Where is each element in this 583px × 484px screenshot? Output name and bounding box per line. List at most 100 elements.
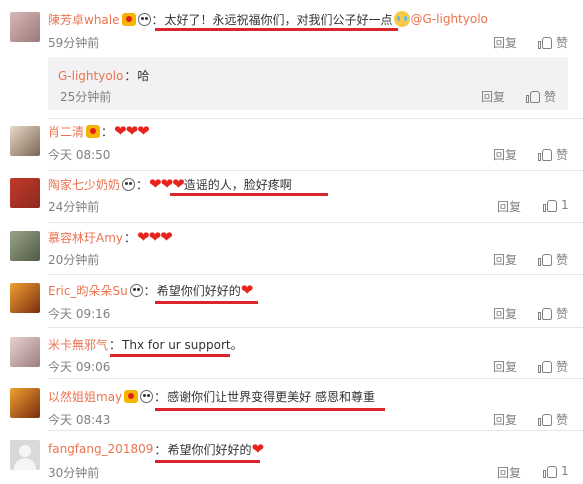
comment-text: 感谢你们让世界变得更美好 感恩和尊重 — [167, 389, 375, 404]
username-link[interactable]: fangfang_201809 — [48, 442, 153, 456]
heart-emoji-icons: ❤❤❤ — [114, 122, 150, 140]
comment-item: 慕容林玗Amy ： ❤❤❤ 20分钟前 回复 赞 — [0, 222, 583, 275]
default-avatar-icon — [19, 445, 31, 457]
comment-text: Thx for ur support。 — [122, 337, 243, 352]
panda-emoji-icon — [137, 12, 151, 26]
reply-button[interactable]: 回复 — [493, 146, 517, 163]
vip-badge-icon — [124, 389, 139, 403]
like-button[interactable]: 赞 — [538, 251, 568, 268]
username-link[interactable]: 陳芳卓whale — [48, 11, 120, 28]
red-underline — [155, 301, 258, 304]
avatar[interactable] — [10, 337, 40, 367]
like-button[interactable]: 赞 — [538, 146, 568, 163]
like-button[interactable]: 赞 — [538, 305, 568, 322]
timestamp: 今天 08:50 — [48, 148, 111, 162]
like-button[interactable]: 1 — [543, 464, 569, 478]
red-underline — [155, 28, 398, 31]
comment-item: 陳芳卓whale ： 太好了！永远祝福你们，对我们公子好一点 @G-lighty… — [0, 0, 583, 118]
like-button[interactable]: 赞 — [538, 34, 568, 51]
comment-item: 肖二清 ： ❤❤❤ 今天 08:50 回复 赞 — [0, 118, 583, 172]
like-count: 赞 — [556, 253, 569, 267]
colon-separator: ： — [151, 12, 164, 27]
thumbs-up-icon — [543, 465, 557, 478]
avatar[interactable] — [10, 178, 40, 208]
like-button[interactable]: 赞 — [526, 88, 556, 105]
comment-text: 哈 — [137, 69, 150, 83]
comment-item: Eric_昀朵朵Su ： 希望你们好好的 ❤ 今天 09:16 回复 赞 — [0, 274, 583, 328]
like-count: 赞 — [544, 90, 557, 104]
thumbs-up-icon — [538, 413, 552, 426]
reply-button[interactable]: 回复 — [497, 198, 521, 215]
username-link[interactable]: 肖二清 — [48, 123, 84, 140]
like-count: 赞 — [556, 360, 569, 374]
reply-button[interactable]: 回复 — [493, 411, 517, 428]
panda-emoji-icon — [122, 177, 136, 191]
colon-separator: ： — [124, 230, 137, 245]
panda-emoji-icon — [129, 283, 143, 297]
default-avatar-body — [14, 458, 36, 470]
vip-badge-icon — [121, 12, 136, 26]
avatar[interactable] — [10, 231, 40, 261]
timestamp: 今天 09:06 — [48, 360, 111, 374]
like-count: 赞 — [556, 307, 569, 321]
thumbs-up-icon — [526, 90, 540, 103]
reply-button[interactable]: 回复 — [493, 34, 517, 51]
panda-emoji-icon — [140, 389, 154, 403]
timestamp: 今天 09:16 — [48, 307, 111, 321]
thumbs-up-icon — [543, 199, 557, 212]
username-link[interactable]: 以然姐姐may — [48, 388, 122, 405]
colon-separator: ： — [101, 124, 114, 139]
red-underline — [155, 460, 260, 463]
username-link[interactable]: 米卡無邪气 — [48, 336, 108, 353]
comment-text: 造谣的人，脸好疼啊 — [183, 177, 292, 192]
mention-link[interactable]: @G-lightyolo — [411, 12, 488, 26]
colon-separator: ： — [109, 337, 122, 352]
like-button[interactable]: 赞 — [538, 411, 568, 428]
reply-button[interactable]: 回复 — [493, 358, 517, 375]
comment-item: 米卡無邪气 ： Thx for ur support。 今天 09:06 回复 … — [0, 327, 583, 379]
timestamp: 24分钟前 — [48, 200, 100, 214]
avatar[interactable] — [10, 388, 40, 418]
reply-button[interactable]: 回复 — [493, 251, 517, 268]
reply-button[interactable]: 回复 — [497, 464, 521, 481]
comment-item: fangfang_201809 ： 希望你们好好的 ❤ 30分钟前 回复 1 — [0, 430, 583, 484]
timestamp: 20分钟前 — [48, 253, 100, 267]
thumbs-up-icon — [538, 307, 552, 320]
thumbs-up-icon — [538, 36, 552, 49]
username-link[interactable]: 陶家七少奶奶 — [48, 176, 120, 193]
like-count: 1 — [561, 198, 569, 212]
colon-separator: ： — [124, 69, 137, 83]
red-underline — [170, 193, 328, 196]
like-count: 赞 — [556, 413, 569, 427]
colon-separator: ： — [154, 442, 167, 457]
like-count: 1 — [561, 464, 569, 478]
avatar[interactable] — [10, 283, 40, 313]
comment-item: 以然姐姐may ： 感谢你们让世界变得更美好 感恩和尊重 今天 08:43 回复… — [0, 378, 583, 431]
avatar[interactable] — [10, 12, 40, 42]
comment-text: 太好了！永远祝福你们，对我们公子好一点 — [164, 12, 393, 27]
timestamp: 59分钟前 — [48, 36, 100, 50]
colon-separator: ： — [143, 283, 156, 298]
comment-item: 陶家七少奶奶 ： ❤❤❤ 造谣的人，脸好疼啊 24分钟前 回复 1 — [0, 170, 583, 223]
username-link[interactable]: 慕容林玗Amy — [48, 229, 123, 246]
thumbs-up-icon — [538, 360, 552, 373]
thumbs-up-icon — [538, 148, 552, 161]
avatar[interactable] — [10, 126, 40, 156]
like-button[interactable]: 赞 — [538, 358, 568, 375]
reply-button[interactable]: 回复 — [481, 88, 505, 105]
crying-emoji-icon — [393, 11, 410, 27]
username-link[interactable]: Eric_昀朵朵Su — [48, 282, 128, 299]
avatar[interactable] — [10, 440, 40, 470]
comment-text: 希望你们好好的 — [156, 283, 241, 298]
vip-badge-icon — [86, 124, 101, 138]
colon-separator: ： — [136, 177, 149, 192]
like-button[interactable]: 1 — [543, 198, 569, 212]
username-link[interactable]: G-lightyolo — [58, 69, 123, 83]
thumbs-up-icon — [538, 253, 552, 266]
like-count: 赞 — [556, 148, 569, 162]
heart-emoji-icons: ❤❤❤ — [149, 175, 185, 193]
heart-emoji-icon: ❤ — [251, 440, 264, 458]
reply-button[interactable]: 回复 — [493, 305, 517, 322]
red-underline — [110, 354, 230, 357]
comment-text: 希望你们好好的 — [167, 442, 252, 457]
